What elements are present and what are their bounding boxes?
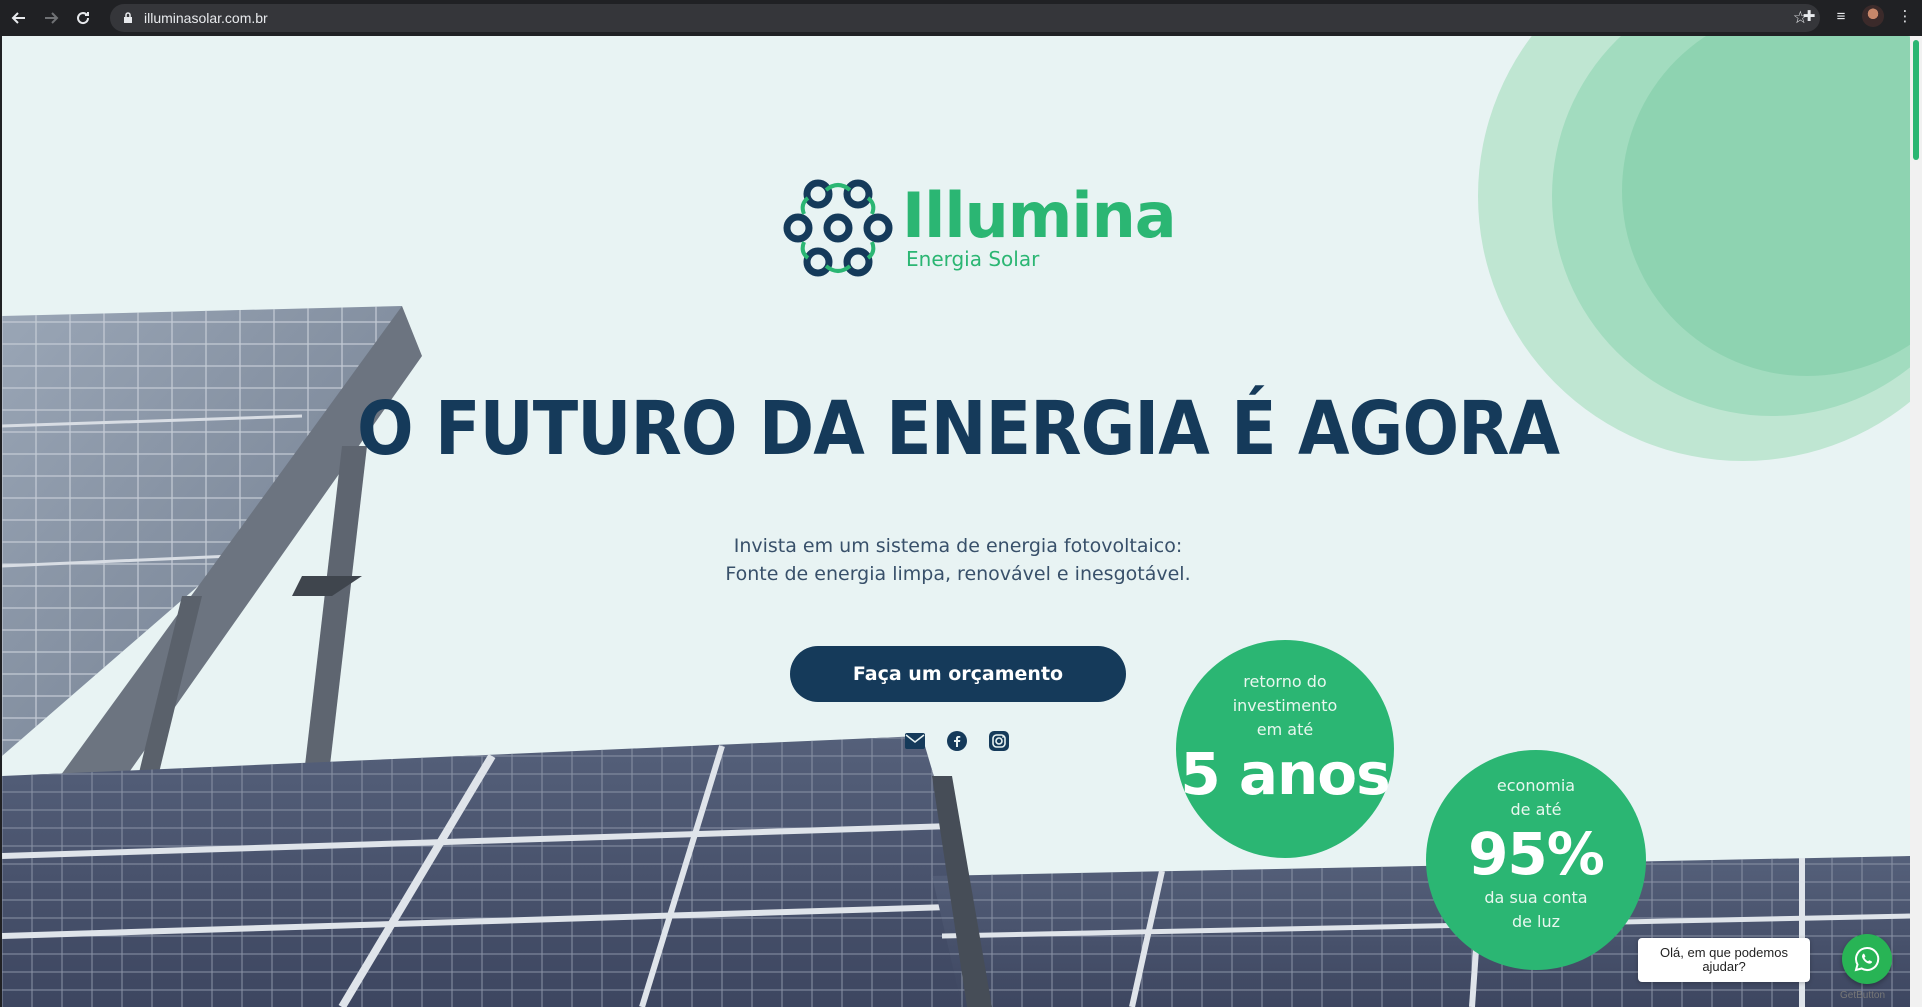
chat-greeting-line1: Olá, em que podemos	[1660, 945, 1788, 960]
scrollbar-thumb[interactable]	[1913, 40, 1919, 160]
arrow-left-icon	[11, 12, 25, 24]
address-bar[interactable]: illuminasolar.com.br ☆	[110, 4, 1820, 32]
toolbar-extensions: ✚ ≡ ⋮	[1798, 5, 1916, 27]
getbutton-credit[interactable]: GetButton	[1840, 990, 1885, 1001]
roi-badge: retorno do investimento em até 5 anos	[1176, 640, 1394, 858]
social-links	[904, 730, 1010, 752]
instagram-icon[interactable]	[988, 730, 1010, 752]
facebook-icon[interactable]	[946, 730, 968, 752]
request-quote-button[interactable]: Faça um orçamento	[790, 646, 1126, 702]
savings-line3: da sua conta	[1484, 888, 1588, 907]
roi-line1: retorno do	[1243, 672, 1327, 691]
whatsapp-icon	[1854, 946, 1880, 972]
profile-avatar[interactable]	[1862, 5, 1884, 27]
hero-headline: O FUTURO DA ENERGIA É AGORA	[356, 386, 1560, 472]
savings-value: 95%	[1468, 820, 1605, 888]
savings-badge: economia de até 95% da sua conta de luz	[1426, 750, 1646, 970]
menu-kebab-icon[interactable]: ⋮	[1894, 5, 1916, 27]
back-button[interactable]	[6, 5, 32, 31]
site-logo[interactable]: Illumina Energia Solar	[782, 176, 1177, 280]
lock-icon	[122, 12, 134, 24]
roi-value: 5 anos	[1180, 740, 1390, 808]
reading-list-icon[interactable]: ≡	[1830, 5, 1852, 27]
url-text: illuminasolar.com.br	[144, 10, 268, 26]
email-icon[interactable]	[904, 730, 926, 752]
logo-brand-text: Illumina	[902, 179, 1177, 252]
chat-greeting-line2: ajudar?	[1702, 959, 1746, 974]
roi-line2: investimento	[1232, 696, 1338, 715]
reload-button[interactable]	[70, 5, 96, 31]
roi-line3: em até	[1256, 720, 1314, 739]
logo-flower-icon	[783, 179, 893, 277]
arrow-right-icon	[45, 12, 59, 24]
savings-line1: economia	[1496, 776, 1576, 795]
page-scrollbar[interactable]	[1910, 36, 1922, 1007]
savings-line2: de até	[1510, 800, 1562, 819]
page-viewport: Illumina Energia Solar O FUTURO DA ENERG…	[2, 36, 1910, 1007]
whatsapp-chat-button[interactable]	[1842, 934, 1892, 984]
hero-subtitle-line2: Fonte de energia limpa, renovável e ines…	[725, 563, 1191, 585]
hero-subtitle-line1: Invista em um sistema de energia fotovol…	[733, 535, 1183, 557]
forward-button[interactable]	[38, 5, 64, 31]
browser-toolbar: illuminasolar.com.br ☆ ✚ ≡ ⋮	[0, 0, 1922, 36]
extensions-puzzle-icon[interactable]: ✚	[1798, 5, 1820, 27]
hero-subtitle: Invista em um sistema de energia fotovol…	[2, 532, 1910, 588]
chat-greeting-bubble[interactable]: Olá, em que podemos ajudar?	[1638, 938, 1810, 982]
reload-icon	[77, 12, 90, 25]
savings-line4: de luz	[1511, 912, 1561, 931]
